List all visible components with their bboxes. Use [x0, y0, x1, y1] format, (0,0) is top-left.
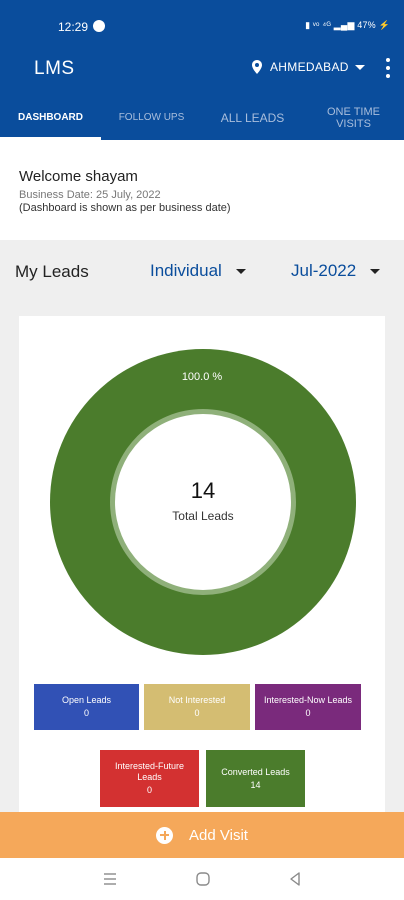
legend-label: Converted Leads	[221, 766, 290, 777]
legend-count: 0	[305, 708, 311, 718]
legend-count: 0	[146, 785, 152, 795]
more-vert-icon[interactable]	[380, 56, 396, 82]
back-icon[interactable]	[286, 870, 304, 888]
add-visit-label: Add Visit	[189, 826, 248, 844]
caret-down-icon	[354, 64, 365, 70]
menu-icon[interactable]	[101, 870, 119, 888]
tab-one-time-visits[interactable]: ONE TIME VISITS	[303, 96, 404, 140]
legend-not-interested[interactable]: Not Interested 0	[144, 684, 250, 730]
status-bar: 12:29 ▮ ᵛᵒ ⁴ᴳ ▂▄▆ 47% ⚡	[0, 0, 404, 44]
month-selector-value: Jul-2022	[291, 261, 357, 280]
legend-count: 0	[194, 708, 200, 718]
caret-down-icon	[370, 268, 381, 274]
tab-all-leads[interactable]: ALL LEADS	[202, 96, 303, 140]
add-visit-button[interactable]: Add Visit	[0, 812, 404, 858]
tab-follow-ups[interactable]: FOLLOW UPS	[101, 96, 202, 140]
welcome-greeting: Welcome shayam	[19, 168, 138, 185]
legend-converted[interactable]: Converted Leads 14	[206, 750, 305, 807]
telegram-notification-icon	[93, 20, 105, 32]
view-selector[interactable]: Individual	[150, 261, 246, 281]
legend-count: 0	[83, 708, 89, 718]
location-selector[interactable]: AHMEDABAD	[252, 60, 365, 74]
month-selector[interactable]: Jul-2022	[291, 261, 381, 281]
location-label: AHMEDABAD	[270, 60, 349, 74]
tab-bar: DASHBOARD FOLLOW UPS ALL LEADS ONE TIME …	[0, 96, 404, 140]
view-selector-value: Individual	[150, 261, 222, 280]
welcome-panel: Welcome shayam Business Date: 25 July, 2…	[0, 140, 404, 240]
total-leads-value: 14	[190, 478, 216, 503]
donut-percent-label: 100.0 %	[181, 371, 223, 383]
app-bar: LMS AHMEDABAD	[0, 44, 404, 96]
add-circle-icon	[156, 826, 174, 844]
app-title: LMS	[34, 58, 75, 79]
dashboard-note: (Dashboard is shown as per business date…	[19, 202, 231, 214]
my-leads-title: My Leads	[15, 262, 89, 281]
location-pin-icon	[252, 60, 262, 74]
legend-count: 14	[250, 779, 261, 790]
legend-label: Interested-Future Leads	[114, 761, 185, 782]
home-icon[interactable]	[194, 870, 212, 888]
system-nav-bar	[0, 858, 404, 900]
legend-label: Not Interested	[168, 695, 226, 705]
legend-label: Interested-Now Leads	[263, 695, 353, 705]
legend-interested-now[interactable]: Interested-Now Leads 0	[255, 684, 361, 730]
total-leads-label: Total Leads	[172, 509, 234, 523]
business-date: Business Date: 25 July, 2022	[19, 189, 161, 201]
status-icons: ▮ ᵛᵒ ⁴ᴳ ▂▄▆ 47% ⚡	[305, 20, 390, 30]
legend-label: Open Leads	[61, 695, 112, 705]
status-time: 12:29	[58, 20, 89, 34]
legend-open-leads[interactable]: Open Leads 0	[34, 684, 139, 730]
caret-down-icon	[235, 268, 246, 274]
legend-interested-future[interactable]: Interested-Future Leads 0	[100, 750, 199, 807]
tab-dashboard[interactable]: DASHBOARD	[0, 96, 101, 140]
